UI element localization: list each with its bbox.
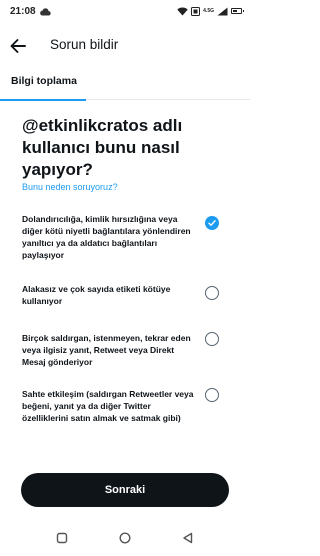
status-time: 21:08 <box>10 6 36 17</box>
back-arrow-icon[interactable] <box>8 36 28 56</box>
radio-unchecked-icon[interactable] <box>205 286 219 300</box>
option-spam-replies[interactable]: Birçok saldırgan, istenmeyen, tekrar ede… <box>0 332 250 372</box>
battery-level <box>233 10 238 12</box>
option-hashtag-abuse[interactable]: Alakasız ve çok sayıda etiketi kötüye ku… <box>0 283 250 311</box>
tab-bilgi-toplama[interactable]: Bilgi toplama <box>0 66 86 101</box>
option-misleading-links[interactable]: Dolandırıcılığa, kimlik hırsızlığına vey… <box>0 213 250 269</box>
next-button[interactable]: Sonraki <box>21 473 229 507</box>
cloud-icon <box>40 8 51 16</box>
option-label: Dolandırıcılığa, kimlik hırsızlığına vey… <box>22 214 191 260</box>
battery-icon <box>231 8 244 14</box>
square-icon[interactable] <box>55 531 69 545</box>
signal-icon <box>217 7 228 15</box>
page-title: Sorun bildir <box>50 37 119 52</box>
status-bar: 21:08 4.5G <box>0 0 250 24</box>
status-icons: 4.5G <box>177 5 244 17</box>
radio-checked-icon[interactable] <box>205 216 219 230</box>
tab-label: Bilgi toplama <box>11 75 77 87</box>
circle-icon[interactable] <box>118 531 132 545</box>
wifi-icon <box>177 7 188 15</box>
triangle-back-icon[interactable] <box>181 531 195 545</box>
option-label: Sahte etkileşim (saldırgan Retweetler ve… <box>22 389 194 423</box>
why-asking-link[interactable]: Bunu neden soruyoruz? <box>22 182 118 192</box>
radio-unchecked-icon[interactable] <box>205 332 219 346</box>
active-tab-indicator <box>0 99 86 101</box>
option-fake-engagement[interactable]: Sahte etkileşim (saldırgan Retweetler ve… <box>0 388 250 440</box>
option-label: Alakasız ve çok sayıda etiketi kötüye ku… <box>22 284 171 306</box>
question-heading: @etkinlikcratos adlı kullanıcı bunu nası… <box>22 116 183 179</box>
tab-bar: Bilgi toplama <box>0 66 250 101</box>
volte-icon <box>191 6 201 16</box>
app-header: Sorun bildir <box>0 26 250 66</box>
network-label: 4.5G <box>203 7 214 14</box>
option-label: Birçok saldırgan, istenmeyen, tekrar ede… <box>22 333 191 367</box>
system-nav-bar <box>0 521 250 556</box>
radio-unchecked-icon[interactable] <box>205 388 219 402</box>
